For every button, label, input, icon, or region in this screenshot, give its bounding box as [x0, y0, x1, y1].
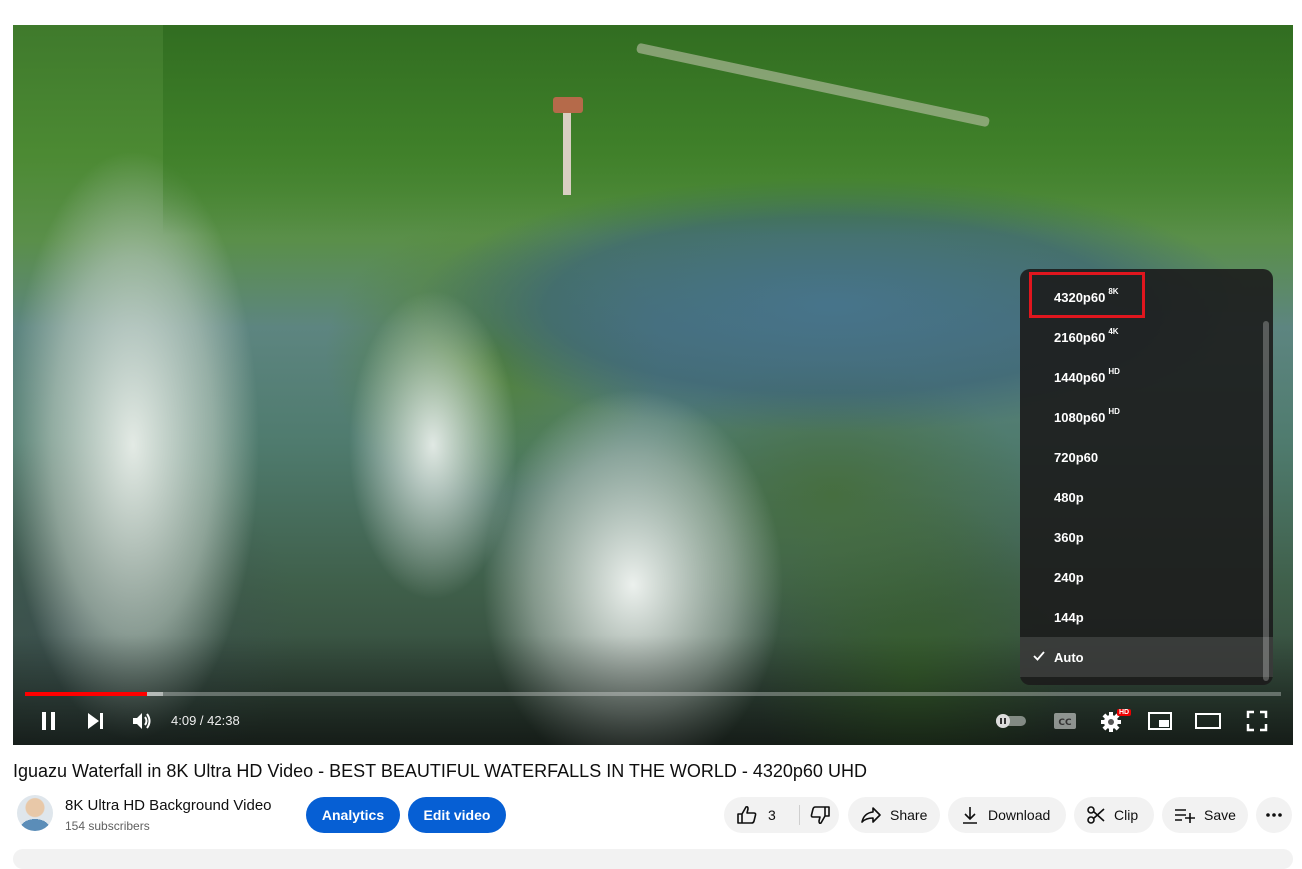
quality-option-badge: HD — [1108, 366, 1120, 376]
volume-button[interactable] — [124, 707, 160, 735]
settings-hd-badge: HD — [1117, 709, 1132, 716]
quality-option-auto[interactable]: Auto — [1020, 637, 1273, 677]
description-box[interactable] — [13, 849, 1293, 869]
theater-mode-button[interactable] — [1190, 707, 1226, 735]
quality-option-1080p60[interactable]: 1080p60 HD — [1020, 397, 1273, 437]
video-frame-tower — [563, 100, 571, 195]
quality-option-label: 360p — [1054, 529, 1084, 545]
pause-button[interactable] — [31, 707, 67, 735]
more-actions-button[interactable] — [1256, 797, 1292, 833]
time-display: 4:09 / 42:38 — [171, 713, 240, 728]
quality-option-2160p60[interactable]: 2160p60 4K — [1020, 317, 1273, 357]
subscriber-count: 154 subscribers — [65, 819, 150, 833]
svg-text:CC: CC — [1058, 718, 1072, 728]
quality-option-label: 240p — [1054, 569, 1084, 585]
edit-video-button[interactable]: Edit video — [408, 797, 506, 833]
next-button[interactable] — [77, 707, 113, 735]
channel-name[interactable]: 8K Ultra HD Background Video — [65, 797, 272, 814]
download-label: Download — [988, 807, 1051, 823]
save-button[interactable]: Save — [1162, 797, 1248, 833]
checkmark-icon — [1033, 651, 1045, 661]
clip-label: Clip — [1114, 807, 1139, 823]
subtitles-button[interactable]: CC — [1047, 707, 1083, 735]
time-current: 4:09 — [171, 713, 197, 728]
owner-row: 8K Ultra HD Background Video 154 subscri… — [13, 793, 1302, 837]
quality-option-240p[interactable]: 240p — [1020, 557, 1273, 597]
quality-option-label: Auto — [1054, 649, 1084, 665]
quality-option-badge: 8K — [1108, 286, 1119, 296]
video-title: Iguazu Waterfall in 8K Ultra HD Video - … — [13, 761, 867, 781]
quality-option-label: 2160p60 — [1054, 329, 1106, 345]
like-button[interactable]: 3 — [724, 797, 799, 833]
fullscreen-button[interactable] — [1239, 707, 1275, 735]
quality-option-label: 720p60 — [1054, 449, 1099, 465]
fullscreen-icon — [1246, 710, 1268, 732]
quality-option-720p60[interactable]: 720p60 — [1020, 437, 1273, 477]
autoplay-toggle[interactable] — [993, 707, 1029, 735]
quality-option-label: 144p — [1054, 609, 1084, 625]
pause-icon — [42, 712, 55, 730]
next-icon — [88, 713, 103, 729]
theater-icon — [1195, 713, 1221, 729]
quality-option-360p[interactable]: 360p — [1020, 517, 1273, 557]
quality-option-label: 480p — [1054, 489, 1084, 505]
quality-option-label: 1080p60 — [1054, 409, 1106, 425]
progress-bar[interactable] — [25, 692, 1281, 696]
quality-menu[interactable]: 4320p60 8K 2160p60 4K 1440p60 HD 1080p60 HD 720p… — [1020, 269, 1273, 685]
video-player[interactable]: 4320p60 8K 2160p60 4K 1440p60 HD 1080p60 HD 720p… — [13, 25, 1293, 745]
time-separator: / — [196, 713, 208, 728]
playlist-add-icon — [1175, 809, 1195, 823]
clip-button[interactable]: Clip — [1074, 797, 1154, 833]
video-frame-forest — [163, 25, 1293, 235]
like-dislike-group: 3 — [724, 797, 839, 833]
scissors-icon — [1087, 806, 1105, 824]
quality-option-4320p60[interactable]: 4320p60 8K — [1020, 277, 1273, 317]
thumbs-up-icon — [737, 805, 757, 824]
volume-icon — [133, 713, 151, 729]
miniplayer-icon — [1148, 712, 1172, 730]
dislike-button[interactable] — [800, 797, 839, 833]
quality-option-144p[interactable]: 144p — [1020, 597, 1273, 637]
quality-option-480p[interactable]: 480p — [1020, 477, 1273, 517]
quality-list: 4320p60 8K 2160p60 4K 1440p60 HD 1080p60 HD 720p… — [1020, 277, 1273, 677]
download-icon — [963, 807, 977, 824]
thumbs-down-icon — [810, 806, 830, 825]
time-total: 42:38 — [207, 713, 240, 728]
more-horizontal-icon — [1266, 813, 1282, 817]
quality-option-badge: 4K — [1108, 326, 1119, 336]
quality-option-label: 4320p60 — [1054, 289, 1106, 305]
save-label: Save — [1204, 807, 1236, 823]
video-frame-tower-top — [553, 97, 583, 113]
channel-avatar[interactable] — [17, 795, 53, 831]
share-button[interactable]: Share — [848, 797, 940, 833]
download-button[interactable]: Download — [948, 797, 1066, 833]
cc-icon: CC — [1054, 713, 1076, 729]
analytics-button[interactable]: Analytics — [306, 797, 400, 833]
share-label: Share — [890, 807, 928, 823]
progress-played — [25, 692, 147, 696]
settings-button[interactable]: HD — [1095, 707, 1132, 735]
quality-option-label: 1440p60 — [1054, 369, 1106, 385]
like-count: 3 — [768, 807, 776, 823]
quality-option-badge: HD — [1108, 406, 1120, 416]
autoplay-toggle-icon — [996, 714, 1026, 728]
player-controls: 4:09 / 42:38 CC HD — [13, 703, 1293, 739]
miniplayer-button[interactable] — [1142, 707, 1178, 735]
quality-option-1440p60[interactable]: 1440p60 HD — [1020, 357, 1273, 397]
share-icon — [861, 807, 881, 823]
